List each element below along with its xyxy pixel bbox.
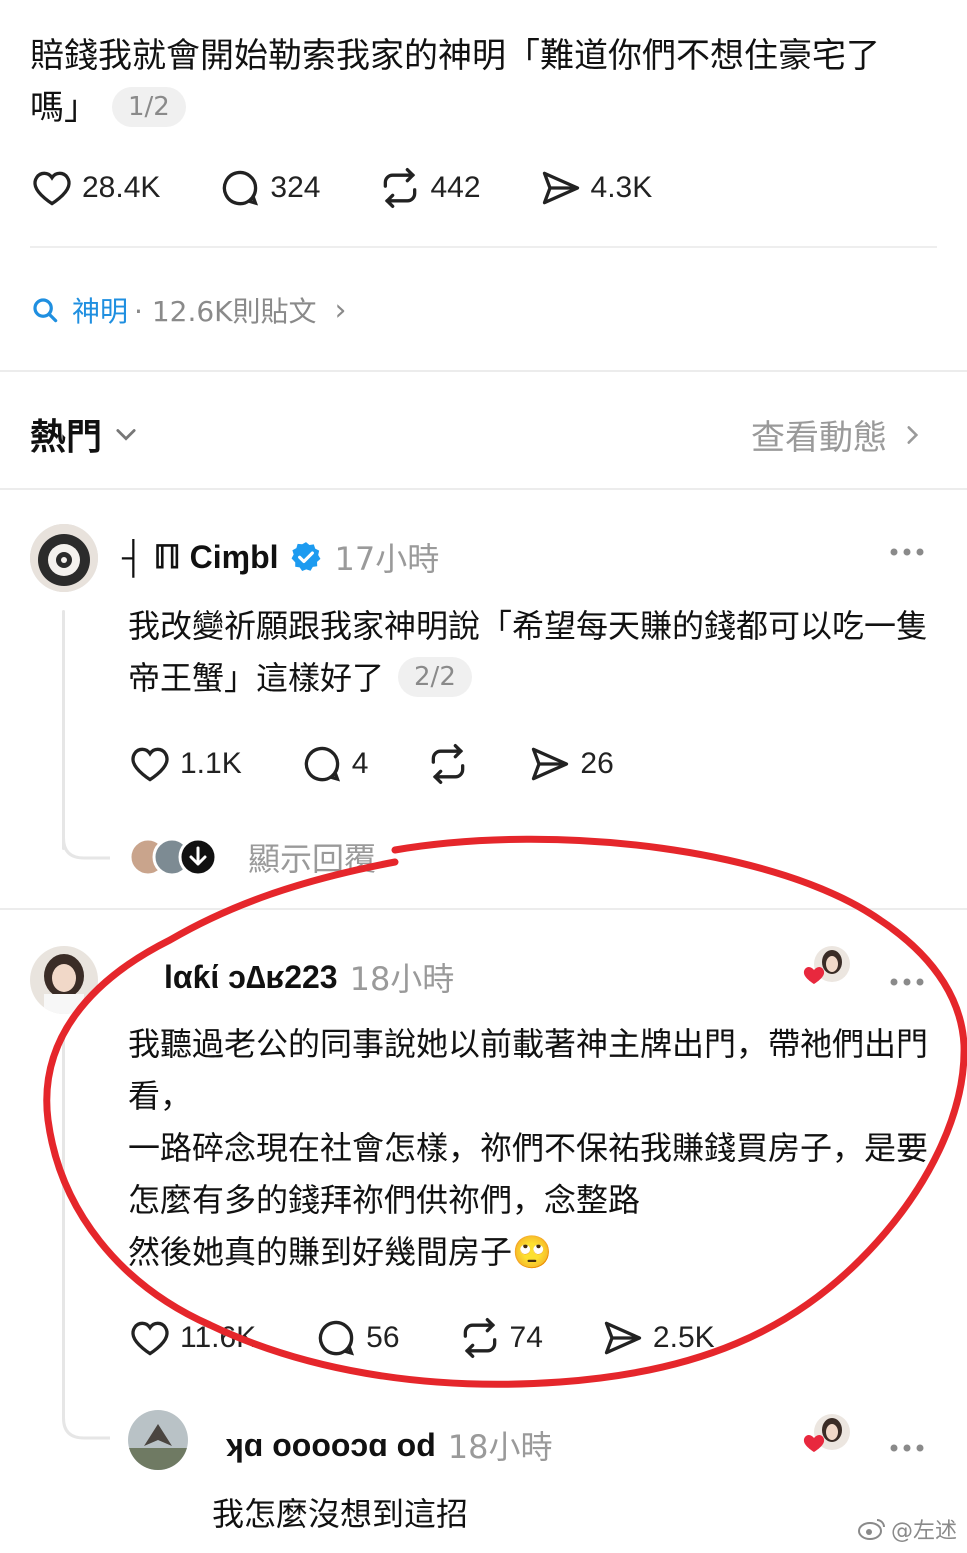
search-icon xyxy=(33,298,58,323)
comment-button[interactable]: 4 xyxy=(300,742,369,786)
username[interactable]: ʞɑ ooooɔɑ od xyxy=(226,1427,436,1464)
repost-button[interactable]: 74 xyxy=(458,1316,543,1360)
reply-body: 我怎麼沒想到這招 xyxy=(212,1495,469,1533)
timestamp: 18小時 xyxy=(349,960,455,998)
topic-link[interactable]: 神明 · 12.6K則貼文 › xyxy=(30,290,347,330)
post-text: 賠錢我就會開始勒索我家的神明「難道你們不想住豪宅了嗎」 1/2 xyxy=(30,30,930,134)
username[interactable]: ┤ ℿ Ciɱbl xyxy=(122,538,279,576)
share-button[interactable]: 26 xyxy=(528,742,614,786)
more-options-button[interactable] xyxy=(889,1426,925,1461)
heart-icon xyxy=(131,1321,169,1356)
repost-count: 74 xyxy=(509,1321,543,1354)
timestamp: 18小時 xyxy=(447,1428,553,1466)
watermark: @左述 xyxy=(857,1513,957,1545)
comment-count: 4 xyxy=(351,747,369,780)
liked-by-author-avatar xyxy=(800,1412,856,1462)
post-actions: 28.4K 324 442 4.3K xyxy=(30,166,652,210)
share-count: 2.5K xyxy=(652,1321,715,1354)
reply-header: ʞɑ ooooɔɑ od 18小時 xyxy=(226,1422,552,1468)
more-options-button[interactable] xyxy=(889,960,925,995)
page-indicator: 2/2 xyxy=(398,657,472,697)
share-button[interactable]: 4.3K xyxy=(539,166,653,210)
eye-roll-emoji: 🙄 xyxy=(512,1233,552,1271)
avatar[interactable] xyxy=(128,1410,188,1470)
repost-icon xyxy=(384,168,417,208)
liked-by-author-avatar xyxy=(800,944,856,994)
more-options-button[interactable] xyxy=(889,530,925,565)
view-activity-link[interactable]: 查看動態 xyxy=(751,410,925,459)
avatar[interactable] xyxy=(30,946,98,1014)
section-divider xyxy=(0,488,967,490)
show-replies-label: 顯示回覆 xyxy=(248,840,377,878)
comment-count: 56 xyxy=(366,1321,400,1354)
topic-name: 神明 xyxy=(72,295,129,328)
sort-label: 熱門 xyxy=(30,417,103,458)
send-icon xyxy=(532,747,569,781)
topic-post-count: · 12.6K則貼文 xyxy=(134,295,317,328)
reply-text: 我聽過老公的同事說她以前載著神主牌出門，帶祂們出門看， 一路碎念現在社會怎樣，祢… xyxy=(128,1018,938,1278)
like-count: 1.1K xyxy=(180,747,242,780)
show-replies-row[interactable]: 顯示回覆 xyxy=(128,834,376,880)
reply-header: lαƙί ᴐ∆ʁ223 18小時 xyxy=(164,954,454,1000)
reply-line: 一路碎念現在社會怎樣，祢們不保祐我賺錢買房子，是要怎麼有多的錢拜祢們供祢們，念整… xyxy=(128,1129,929,1219)
timestamp: 17小時 xyxy=(334,540,440,578)
reply-actions: 1.1K 4 26 xyxy=(128,742,614,786)
reply-line: 我聽過老公的同事說她以前載著神主牌出門，帶祂們出門看， xyxy=(128,1025,929,1115)
heart-icon xyxy=(803,1435,825,1452)
reply-actions: 11.6K 56 74 2.5K xyxy=(128,1316,715,1360)
repost-icon xyxy=(432,744,465,784)
share-button[interactable]: 2.5K xyxy=(601,1316,715,1360)
comment-icon xyxy=(304,746,340,782)
section-divider xyxy=(0,370,967,372)
more-icon xyxy=(890,548,924,556)
reply-line: 然後她真的賺到好幾間房子 xyxy=(128,1233,513,1271)
comment-icon xyxy=(318,1320,355,1356)
view-activity-label: 查看動態 xyxy=(751,418,887,458)
comment-count: 324 xyxy=(270,171,321,204)
heart-icon xyxy=(33,171,71,206)
repost-icon xyxy=(463,1318,496,1358)
watermark-text: @左述 xyxy=(890,1519,957,1544)
chevron-right-icon xyxy=(907,425,919,444)
reply-header: ┤ ℿ Ciɱbl 17小時 xyxy=(122,534,439,580)
like-button[interactable]: 28.4K xyxy=(30,166,160,210)
repost-count: 442 xyxy=(430,171,481,204)
repost-button[interactable]: 442 xyxy=(378,166,481,210)
reply-text: 我改變祈願跟我家神明說「希望每天賺的錢都可以吃一隻帝王蟹」這樣好了 2/2 xyxy=(128,600,938,704)
more-icon xyxy=(890,1444,924,1452)
chevron-right-icon: › xyxy=(334,292,347,328)
more-icon xyxy=(890,978,924,986)
thread-line xyxy=(62,1030,65,1410)
reply-avatars xyxy=(128,837,218,877)
reply-body: 我改變祈願跟我家神明說「希望每天賺的錢都可以吃一隻帝王蟹」這樣好了 xyxy=(128,607,929,697)
like-count: 11.6K xyxy=(180,1321,257,1354)
weibo-icon xyxy=(857,1519,885,1540)
avatar[interactable] xyxy=(30,524,98,592)
repost-button[interactable] xyxy=(426,742,470,786)
thread-curve xyxy=(62,820,110,860)
reply-line-last: 然後她真的賺到好幾間房子🙄 xyxy=(128,1226,938,1278)
share-count: 4.3K xyxy=(590,171,653,204)
send-icon xyxy=(542,171,579,205)
like-button[interactable]: 1.1K xyxy=(128,742,242,786)
like-button[interactable]: 11.6K xyxy=(128,1316,256,1360)
verified-badge-icon xyxy=(291,542,320,572)
divider xyxy=(30,246,937,248)
chevron-down-icon xyxy=(116,429,136,441)
page-indicator: 1/2 xyxy=(112,87,186,127)
heart-icon xyxy=(803,967,825,984)
comment-button[interactable]: 56 xyxy=(314,1316,400,1360)
sort-dropdown[interactable]: 熱門 xyxy=(30,408,140,460)
like-count: 28.4K xyxy=(82,171,161,204)
send-icon xyxy=(604,1321,642,1355)
section-divider xyxy=(0,908,967,910)
share-count: 26 xyxy=(580,747,614,780)
comment-button[interactable]: 324 xyxy=(218,166,320,210)
thread-curve xyxy=(62,1400,110,1440)
thread-line xyxy=(62,610,65,850)
comment-icon xyxy=(223,170,259,206)
username[interactable]: lαƙί ᴐ∆ʁ223 xyxy=(164,959,338,996)
heart-icon xyxy=(131,747,169,782)
